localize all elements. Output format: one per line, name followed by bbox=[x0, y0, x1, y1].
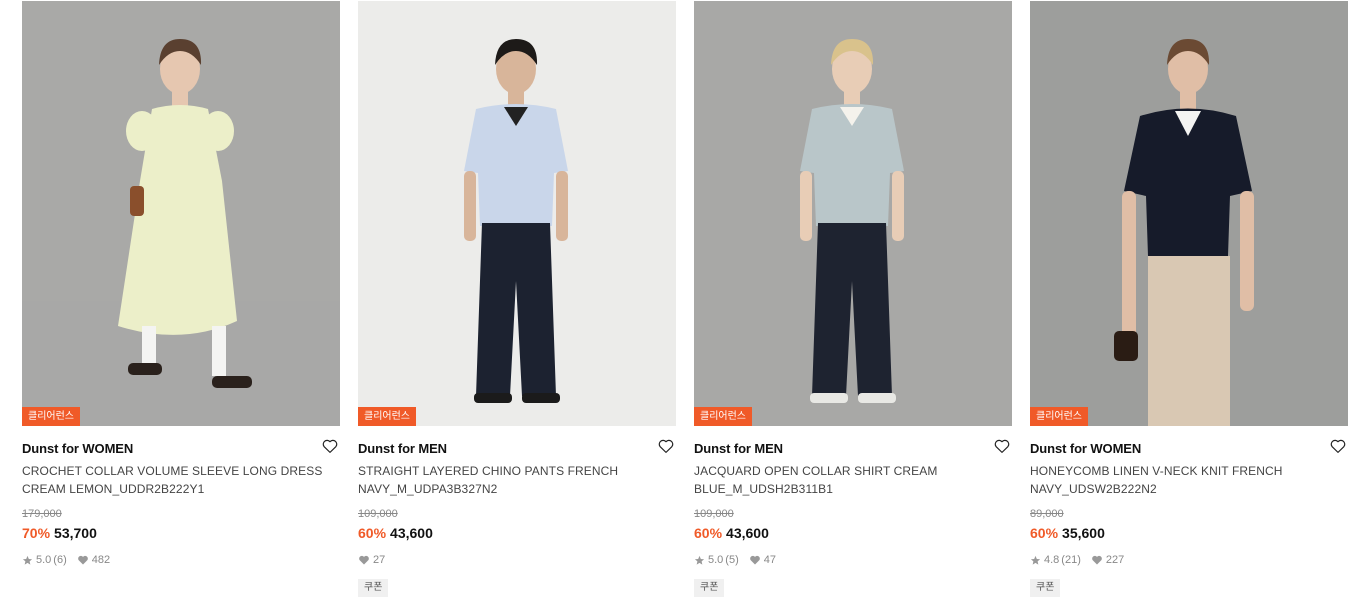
product-image bbox=[1030, 1, 1348, 426]
product-image bbox=[694, 1, 1012, 426]
original-price: 109,000 bbox=[358, 508, 398, 520]
product-name[interactable]: JACQUARD OPEN COLLAR SHIRT CREAM BLUE_M_… bbox=[694, 462, 1012, 498]
product-grid: 클리어런스 Dunst for WOMEN CROCHET COLLAR VOL… bbox=[22, 1, 1348, 597]
rating: 5.0 (6) bbox=[22, 554, 67, 566]
product-card[interactable]: 클리어런스 Dunst for MEN STRAIGHT LAYERED CHI… bbox=[358, 1, 676, 597]
likes-heart-icon bbox=[1092, 555, 1102, 565]
product-photo[interactable]: 클리어런스 bbox=[358, 1, 676, 426]
product-meta: 27 bbox=[358, 553, 676, 567]
sale-price: 53,700 bbox=[54, 525, 97, 541]
product-name[interactable]: HONEYCOMB LINEN V-NECK KNIT FRENCH NAVY_… bbox=[1030, 462, 1348, 498]
sale-price: 43,600 bbox=[390, 525, 433, 541]
likes: 482 bbox=[77, 554, 110, 566]
product-name[interactable]: STRAIGHT LAYERED CHINO PANTS FRENCH NAVY… bbox=[358, 462, 676, 498]
product-card[interactable]: 클리어런스 Dunst for WOMEN CROCHET COLLAR VOL… bbox=[22, 1, 340, 597]
brand-name[interactable]: Dunst for WOMEN bbox=[1030, 441, 1141, 456]
brand-name[interactable]: Dunst for MEN bbox=[694, 441, 783, 456]
product-photo[interactable]: 클리어런스 bbox=[694, 1, 1012, 426]
product-photo[interactable]: 클리어런스 bbox=[1030, 1, 1348, 426]
wishlist-heart-icon[interactable] bbox=[1329, 437, 1347, 455]
wishlist-heart-icon[interactable] bbox=[657, 437, 675, 455]
coupon-badge: 쿠폰 bbox=[358, 579, 389, 597]
clearance-badge: 클리어런스 bbox=[1030, 407, 1088, 426]
star-icon bbox=[694, 555, 705, 565]
like-count: 227 bbox=[1105, 554, 1125, 566]
discount-rate: 60% bbox=[1030, 525, 1059, 541]
star-icon bbox=[1030, 555, 1041, 565]
clearance-badge: 클리어런스 bbox=[358, 407, 416, 426]
likes-heart-icon bbox=[359, 555, 369, 565]
like-count: 47 bbox=[763, 554, 776, 566]
product-image bbox=[358, 1, 676, 426]
clearance-badge: 클리어런스 bbox=[694, 407, 752, 426]
rating-value: 4.8 bbox=[1044, 554, 1060, 566]
wishlist-heart-icon[interactable] bbox=[993, 437, 1011, 455]
coupon-badge: 쿠폰 bbox=[1030, 579, 1061, 597]
product-image bbox=[22, 1, 340, 426]
brand-name[interactable]: Dunst for MEN bbox=[358, 441, 447, 456]
product-card[interactable]: 클리어런스 Dunst for MEN JACQUARD OPEN COLLAR… bbox=[694, 1, 1012, 597]
likes: 227 bbox=[1091, 554, 1124, 566]
like-count: 482 bbox=[91, 554, 111, 566]
clearance-badge: 클리어런스 bbox=[22, 407, 80, 426]
sale-price: 43,600 bbox=[726, 525, 769, 541]
rating: 5.0 (5) bbox=[694, 554, 739, 566]
original-price: 179,000 bbox=[22, 508, 62, 520]
discount-rate: 60% bbox=[358, 525, 387, 541]
coupon-badge: 쿠폰 bbox=[694, 579, 725, 597]
original-price: 89,000 bbox=[1030, 508, 1064, 520]
product-meta: 5.0 (5) 47 bbox=[694, 553, 1012, 567]
review-count: (6) bbox=[53, 554, 67, 566]
likes-heart-icon bbox=[749, 555, 760, 565]
like-count: 27 bbox=[373, 554, 386, 566]
sale-price: 35,600 bbox=[1062, 525, 1105, 541]
product-meta: 5.0 (6) 482 bbox=[22, 553, 340, 567]
product-photo[interactable]: 클리어런스 bbox=[22, 1, 340, 426]
review-count: (5) bbox=[725, 554, 739, 566]
product-meta: 4.8 (21) 227 bbox=[1030, 553, 1348, 567]
rating-value: 5.0 bbox=[708, 554, 724, 566]
discount-rate: 70% bbox=[22, 525, 51, 541]
likes: 27 bbox=[358, 554, 385, 566]
rating: 4.8 (21) bbox=[1030, 554, 1081, 566]
discount-rate: 60% bbox=[694, 525, 723, 541]
brand-name[interactable]: Dunst for WOMEN bbox=[22, 441, 133, 456]
product-card[interactable]: 클리어런스 Dunst for WOMEN HONEYCOMB LINEN V-… bbox=[1030, 1, 1348, 597]
star-icon bbox=[22, 555, 33, 565]
likes: 47 bbox=[749, 554, 776, 566]
original-price: 109,000 bbox=[694, 508, 734, 520]
wishlist-heart-icon[interactable] bbox=[321, 437, 339, 455]
rating-value: 5.0 bbox=[36, 554, 52, 566]
review-count: (21) bbox=[1061, 554, 1081, 566]
product-name[interactable]: CROCHET COLLAR VOLUME SLEEVE LONG DRESS … bbox=[22, 462, 340, 498]
likes-heart-icon bbox=[77, 555, 88, 565]
